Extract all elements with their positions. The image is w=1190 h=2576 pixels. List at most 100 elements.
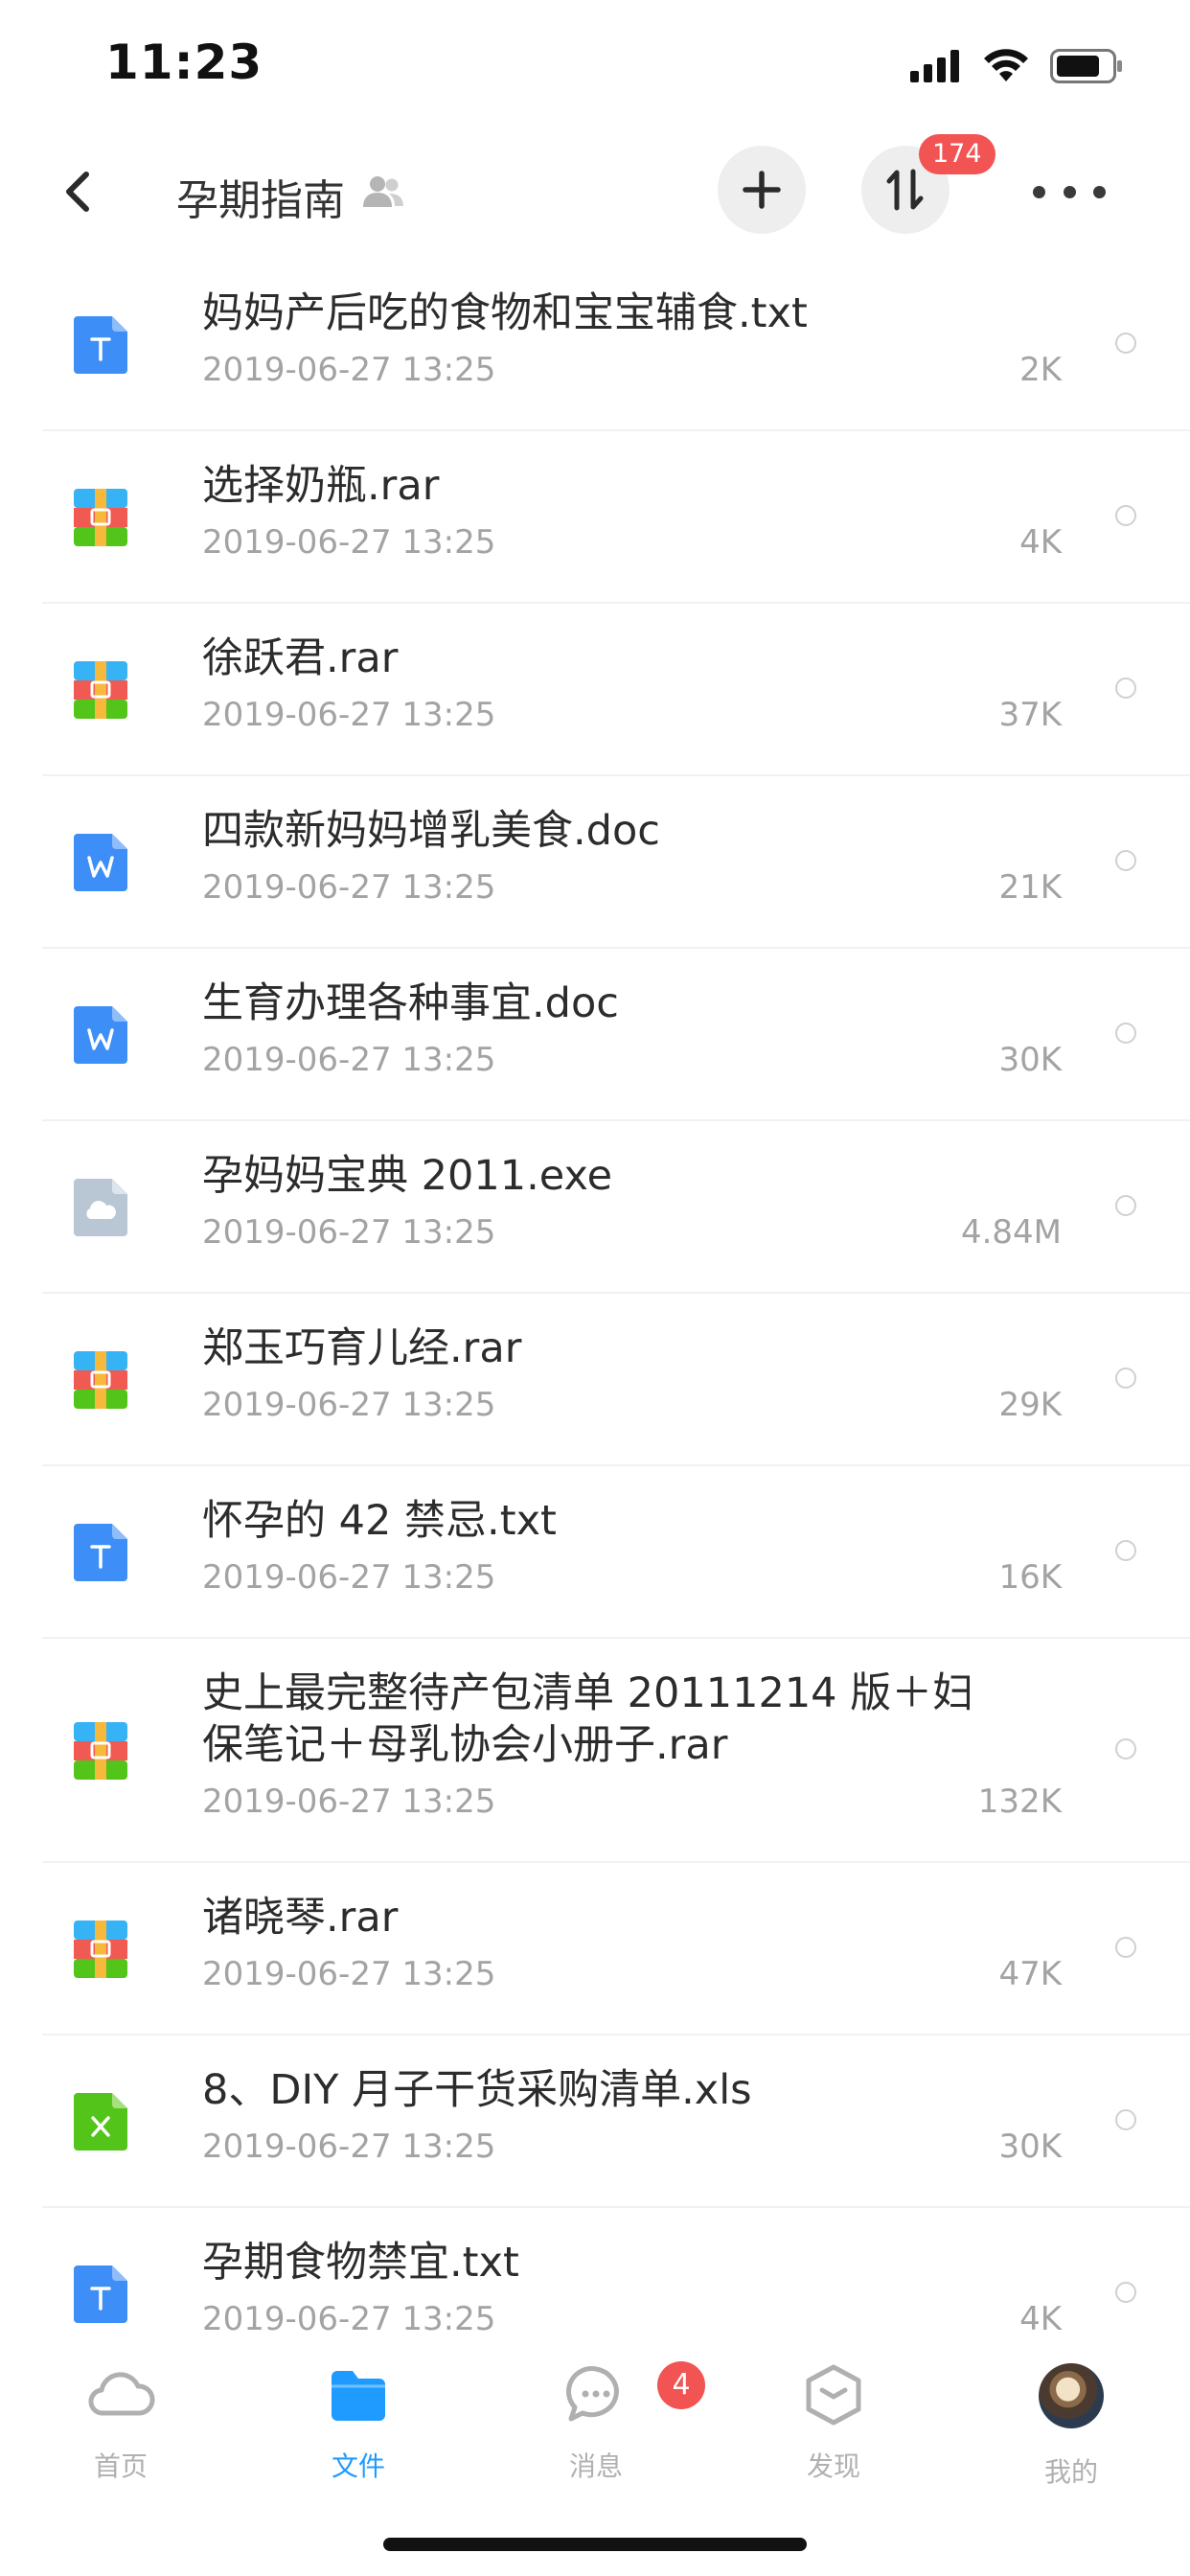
file-row[interactable]: 郑玉巧育儿经.rar 2019-06-27 13:25 29K [0,1294,1190,1466]
file-row[interactable]: 怀孕的 42 禁忌.txt 2019-06-27 13:25 16K [0,1466,1190,1639]
status-time: 11:23 [105,34,263,90]
file-name: 怀孕的 42 禁忌.txt [202,1497,557,1545]
archive-file-icon [74,1920,127,1978]
page-title: 孕期指南 [176,176,345,225]
tab-label: 发现 [806,2450,860,2482]
file-name: 8、DIY 月子干货采购清单.xls [202,2066,752,2114]
file-row[interactable]: 孕期食物禁宜.txt 2019-06-27 13:25 4K [0,2208,1190,2338]
tab-discover[interactable]: 发现 [757,2358,910,2511]
file-date: 2019-06-27 13:25 [202,1558,496,1597]
word-doc-icon [74,834,127,891]
file-row[interactable]: 妈妈产后吃的食物和宝宝辅食.txt 2019-06-27 13:25 2K [0,259,1190,431]
archive-file-icon [74,1722,127,1780]
file-date: 2019-06-27 13:25 [202,1041,496,1079]
file-row[interactable]: 孕妈妈宝典 2011.exe 2019-06-27 13:25 4.84M [0,1121,1190,1294]
archive-file-icon [74,1351,127,1409]
file-name: 郑玉巧育儿经.rar [202,1324,522,1372]
wifi-icon [984,49,1028,81]
file-size: 4K [1019,523,1062,562]
file-size: 2K [1019,351,1062,389]
battery-icon [1050,49,1122,83]
file-row[interactable]: 生育办理各种事宜.doc 2019-06-27 13:25 30K [0,949,1190,1121]
folder-icon [320,2358,397,2434]
select-checkbox[interactable] [1115,2282,1136,2303]
tab-files[interactable]: 文件 [282,2358,435,2511]
txt-file-icon [74,1524,127,1581]
excel-file-icon [74,2093,127,2150]
generic-file-icon [74,1179,127,1236]
tab-home[interactable]: 首页 [44,2358,197,2511]
txt-file-icon [74,316,127,374]
back-button[interactable] [46,155,113,228]
file-name: 徐跃君.rar [202,634,399,682]
file-row[interactable]: 徐跃君.rar 2019-06-27 13:25 37K [0,604,1190,776]
file-name: 妈妈产后吃的食物和宝宝辅食.txt [202,289,808,337]
home-indicator [383,2538,807,2551]
file-date: 2019-06-27 13:25 [202,696,496,734]
file-row[interactable]: 史上最完整待产包清单 20111214 版＋妇保笔记＋母乳协会小册子.rar 2… [0,1639,1190,1863]
select-checkbox[interactable] [1115,505,1136,526]
file-row[interactable]: 8、DIY 月子干货采购清单.xls 2019-06-27 13:25 30K [0,2036,1190,2208]
txt-file-icon [74,2266,127,2323]
avatar [1039,2363,1104,2428]
status-icons [910,42,1123,90]
select-checkbox[interactable] [1115,1540,1136,1561]
file-name: 生育办理各种事宜.doc [202,979,619,1027]
file-size: 37K [998,696,1062,734]
tab-label: 文件 [331,2450,385,2482]
file-size: 4K [1019,2300,1062,2338]
file-size: 21K [998,868,1062,907]
tab-messages[interactable]: 4 消息 [519,2358,705,2511]
file-name: 孕期食物禁宜.txt [202,2239,519,2287]
select-checkbox[interactable] [1115,678,1136,699]
cloud-icon [82,2358,159,2434]
tab-label: 首页 [93,2450,148,2482]
select-checkbox[interactable] [1115,333,1136,354]
select-checkbox[interactable] [1115,850,1136,871]
select-checkbox[interactable] [1115,1368,1136,1389]
file-row[interactable]: 诸晓琴.rar 2019-06-27 13:25 47K [0,1863,1190,2036]
file-size: 30K [998,2128,1062,2166]
messages-badge: 4 [657,2361,705,2409]
file-size: 16K [998,1558,1062,1597]
more-options-button[interactable] [1033,172,1106,211]
file-date: 2019-06-27 13:25 [202,351,496,389]
nav-header: 孕期指南 174 [0,134,1190,249]
chat-bubble-icon: 4 [558,2358,705,2434]
dot-icon [1063,185,1076,198]
file-name: 诸晓琴.rar [202,1894,399,1942]
file-list: 妈妈产后吃的食物和宝宝辅食.txt 2019-06-27 13:25 2K 选择… [0,259,1190,2338]
select-checkbox[interactable] [1115,2109,1136,2130]
select-checkbox[interactable] [1115,1738,1136,1760]
file-size: 29K [998,1386,1062,1424]
cube-icon [795,2358,872,2434]
app-screen: 11:23 孕期指南 174 妈妈产后吃的食物和宝宝辅食.txt 2019-06… [0,0,1190,2576]
transfer-count-badge: 174 [919,134,995,174]
file-date: 2019-06-27 13:25 [202,2300,496,2338]
file-size: 47K [998,1955,1062,1993]
dot-icon [1033,185,1045,198]
word-doc-icon [74,1006,127,1064]
status-bar: 11:23 [0,0,1190,125]
avatar-container [1033,2363,1110,2440]
file-row[interactable]: 四款新妈妈增乳美食.doc 2019-06-27 13:25 21K [0,776,1190,949]
select-checkbox[interactable] [1115,1937,1136,1958]
select-checkbox[interactable] [1115,1195,1136,1216]
file-date: 2019-06-27 13:25 [202,868,496,907]
file-row[interactable]: 选择奶瓶.rar 2019-06-27 13:25 4K [0,431,1190,604]
file-date: 2019-06-27 13:25 [202,1782,496,1821]
select-checkbox[interactable] [1115,1023,1136,1044]
signal-icon [910,50,959,82]
file-date: 2019-06-27 13:25 [202,2128,496,2166]
file-date: 2019-06-27 13:25 [202,523,496,562]
file-name: 史上最完整待产包清单 20111214 版＋妇保笔记＋母乳协会小册子.rar [202,1669,974,1769]
file-size: 132K [977,1782,1062,1821]
tab-label: 我的 [1043,2456,1098,2488]
file-size: 30K [998,1041,1062,1079]
tab-mine[interactable]: 我的 [995,2358,1148,2511]
file-name: 孕妈妈宝典 2011.exe [202,1152,613,1200]
file-name: 四款新妈妈增乳美食.doc [202,807,660,855]
tab-label: 消息 [568,2450,623,2482]
archive-file-icon [74,661,127,719]
add-button[interactable] [718,146,806,234]
